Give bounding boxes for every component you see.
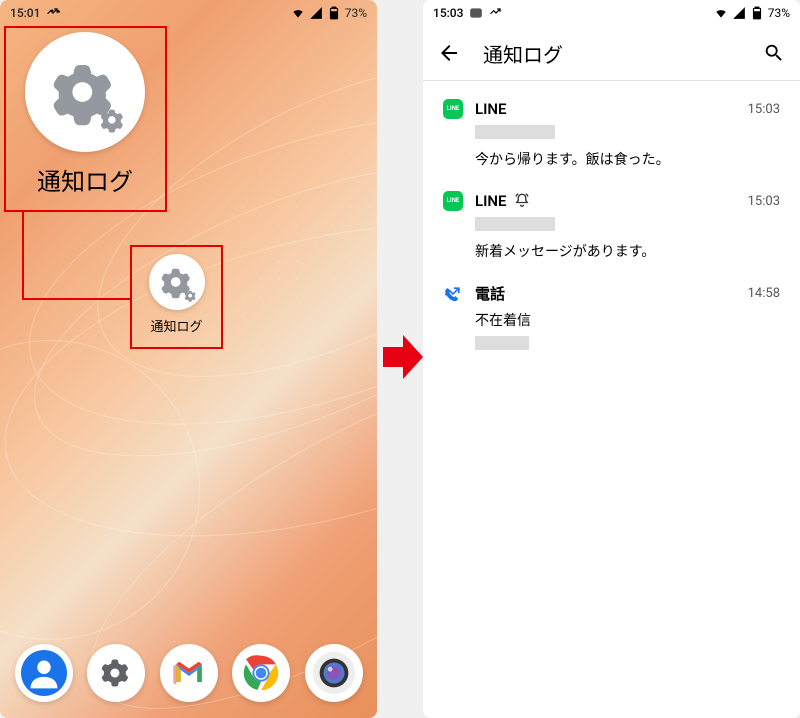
arrow-right-icon <box>383 335 423 383</box>
search-button[interactable] <box>760 39 788 67</box>
battery-percent: 73% <box>768 6 790 20</box>
status-time: 15:01 <box>10 6 40 20</box>
back-button[interactable] <box>435 39 463 67</box>
phone-home-screen: 15:01 73% <box>0 0 377 718</box>
battery-icon <box>750 6 764 20</box>
bell-ring-icon <box>513 192 531 210</box>
gmail-app-icon[interactable] <box>160 644 218 702</box>
page-title: 通知ログ <box>483 39 740 68</box>
redacted-sender <box>475 217 555 231</box>
signal-icon <box>732 6 746 20</box>
dock <box>0 644 377 702</box>
notif-app-name: 電話 <box>475 283 736 304</box>
wifi-icon <box>291 6 305 20</box>
redacted-sender <box>475 125 555 139</box>
battery-percent: 73% <box>345 6 367 20</box>
notif-text: 不在着信 <box>475 310 780 330</box>
missed-call-icon <box>46 6 60 20</box>
notification-item[interactable]: LINE LINE 15:03 新着メッセージがあります。 <box>423 181 800 273</box>
contacts-app-icon[interactable] <box>15 644 73 702</box>
app-header: 通知ログ <box>423 26 800 80</box>
status-time: 15:03 <box>433 6 463 20</box>
highlight-connector-h <box>22 298 131 300</box>
signal-icon <box>309 6 323 20</box>
notif-app-name: LINE <box>475 192 507 210</box>
notif-time: 14:58 <box>748 286 780 301</box>
redacted-caller <box>475 336 529 350</box>
phone-app-icon <box>443 284 463 304</box>
highlight-box-small <box>130 245 223 349</box>
line-notif-indicator-icon <box>469 6 483 20</box>
notif-app-name: LINE <box>475 100 736 118</box>
line-app-icon: LINE <box>443 99 463 119</box>
camera-app-icon[interactable] <box>305 644 363 702</box>
notif-text: 新着メッセージがあります。 <box>475 241 780 261</box>
notif-text: 今から帰ります。飯は食った。 <box>475 149 780 169</box>
wifi-icon <box>714 6 728 20</box>
highlight-box-large <box>4 26 167 212</box>
notification-item[interactable]: LINE LINE 15:03 今から帰ります。飯は食った。 <box>423 89 800 181</box>
notification-list: LINE LINE 15:03 今から帰ります。飯は食った。 LINE LINE <box>423 81 800 374</box>
phone-notification-log-screen: 15:03 73% <box>423 0 800 718</box>
line-app-icon: LINE <box>443 191 463 211</box>
chrome-app-icon[interactable] <box>232 644 290 702</box>
notif-time: 15:03 <box>748 102 780 117</box>
notification-item[interactable]: 電話 14:58 不在着信 <box>423 273 800 366</box>
highlight-connector-v <box>22 212 24 300</box>
battery-icon <box>327 6 341 20</box>
notif-time: 15:03 <box>748 194 780 209</box>
settings-app-icon[interactable] <box>87 644 145 702</box>
missed-call-icon <box>489 6 503 20</box>
